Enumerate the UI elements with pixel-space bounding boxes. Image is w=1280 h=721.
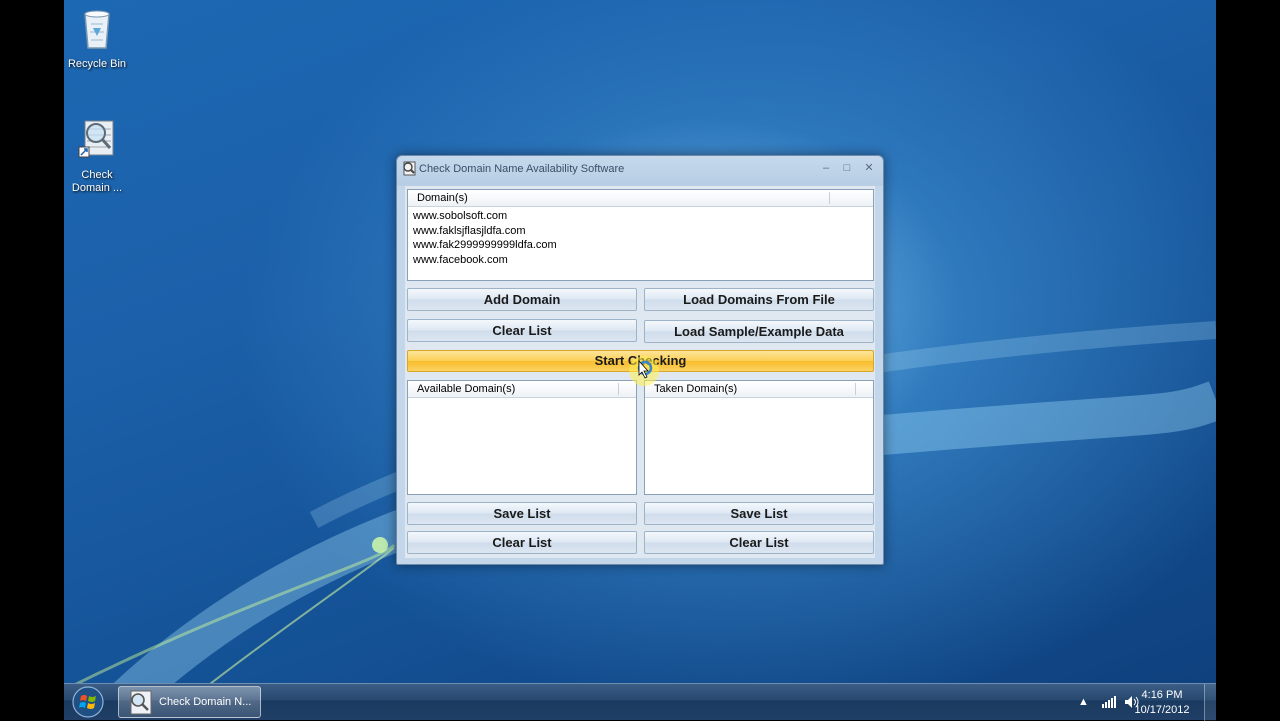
load-domains-from-file-button[interactable]: Load Domains From File: [644, 288, 874, 311]
list-item[interactable]: www.faklsjflasjldfa.com: [408, 224, 873, 239]
list-item[interactable]: www.sobolsoft.com: [408, 209, 873, 224]
maximize-button[interactable]: □: [838, 160, 856, 176]
available-domains-list[interactable]: Available Domain(s): [407, 380, 637, 495]
taken-column-header[interactable]: Taken Domain(s): [645, 381, 873, 398]
taken-domains-list[interactable]: Taken Domain(s): [644, 380, 874, 495]
list-item[interactable]: www.facebook.com: [408, 253, 873, 268]
available-column-header[interactable]: Available Domain(s): [408, 381, 636, 398]
clear-available-list-button[interactable]: Clear List: [407, 531, 637, 554]
domains-list[interactable]: Domain(s) www.sobolsoft.com www.faklsjfl…: [407, 189, 874, 281]
taskbar: Check Domain N... ▲ 4:16 PM 10/17/2012: [64, 683, 1216, 721]
check-domain-desktop-icon[interactable]: Check Domain ...: [64, 104, 131, 195]
column-separator[interactable]: [855, 383, 856, 395]
show-hidden-icons-icon[interactable]: ▲: [1078, 696, 1089, 708]
clock-time[interactable]: 4:16 PM: [1127, 689, 1197, 701]
clock-date[interactable]: 10/17/2012: [1127, 704, 1197, 716]
system-tray: ▲ 4:16 PM 10/17/2012: [1070, 684, 1216, 721]
network-icon[interactable]: [1102, 696, 1116, 708]
load-sample-data-button[interactable]: Load Sample/Example Data: [644, 320, 874, 343]
check-domain-shortcut-icon: [78, 120, 114, 158]
available-header-label: Available Domain(s): [417, 383, 516, 395]
minimize-button[interactable]: –: [817, 160, 835, 176]
taken-header-label: Taken Domain(s): [654, 383, 738, 395]
busy-cursor-icon: [629, 356, 659, 386]
desktop-icon-label: Recycle Bin: [67, 58, 127, 70]
domains-header-label: Domain(s): [417, 192, 468, 204]
domains-rows: www.sobolsoft.com www.faklsjflasjldfa.co…: [408, 207, 873, 267]
save-taken-list-button[interactable]: Save List: [644, 502, 874, 525]
recycle-bin-desktop-icon[interactable]: Recycle Bin: [64, 6, 131, 71]
taskbar-item-label: Check Domain N...: [159, 696, 252, 708]
column-separator[interactable]: [618, 383, 619, 395]
close-button[interactable]: ✕: [860, 160, 878, 176]
taskbar-item-check-domain[interactable]: Check Domain N...: [118, 686, 261, 718]
check-domain-taskbar-icon: [130, 690, 152, 715]
desktop-icon-label: Check Domain ...: [71, 169, 123, 194]
start-orb-icon[interactable]: [68, 685, 108, 719]
clear-taken-list-button[interactable]: Clear List: [644, 531, 874, 554]
clear-list-button[interactable]: Clear List: [407, 319, 637, 342]
list-item[interactable]: www.fak2999999999ldfa.com: [408, 238, 873, 253]
recycle-bin-icon: [84, 10, 110, 49]
window-title: Check Domain Name Availability Software: [419, 163, 625, 175]
app-icon: [403, 161, 416, 176]
domains-column-header[interactable]: Domain(s): [408, 190, 873, 207]
show-desktop-button[interactable]: [1204, 684, 1216, 721]
title-bar[interactable]: Check Domain Name Availability Software …: [397, 156, 883, 182]
add-domain-button[interactable]: Add Domain: [407, 288, 637, 311]
column-separator[interactable]: [829, 192, 830, 204]
save-available-list-button[interactable]: Save List: [407, 502, 637, 525]
